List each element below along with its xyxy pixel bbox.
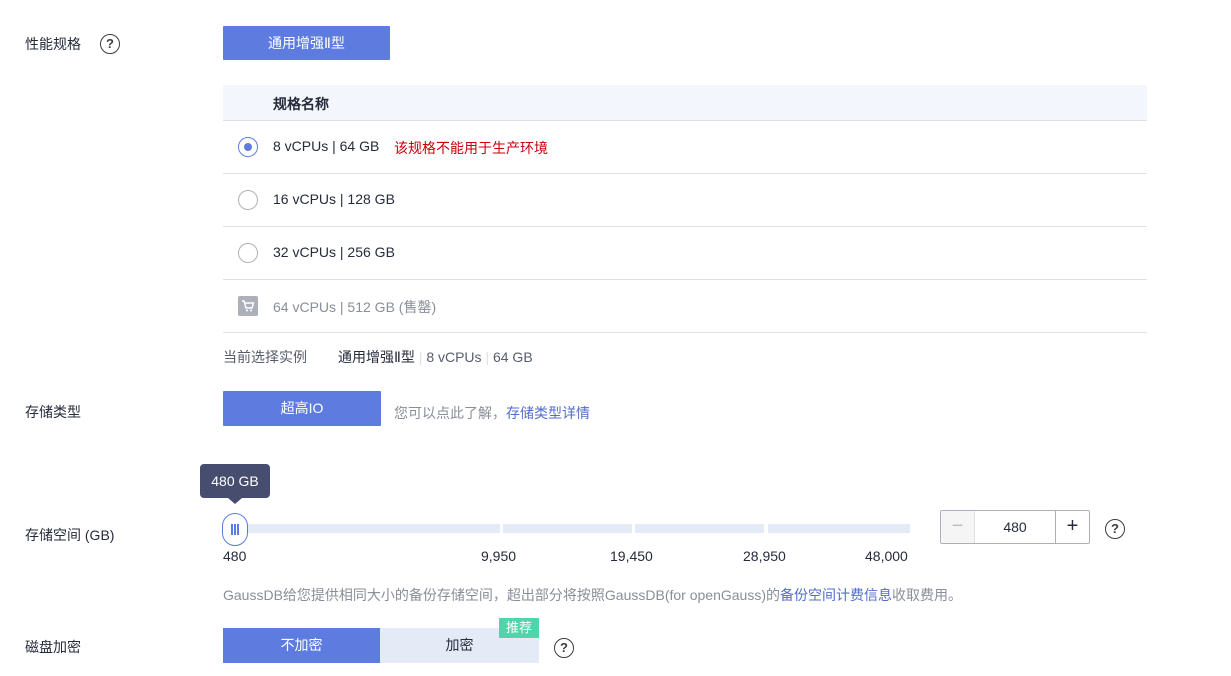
recommended-badge: 推荐 [499,618,539,638]
slider-tick-label: 480 [223,548,247,564]
storage-space-label: 存储空间 (GB) [25,527,115,543]
slider-track-segment[interactable] [768,524,910,533]
storage-type-detail-link[interactable]: 存储类型详情 [506,405,590,421]
cart-icon [238,296,258,316]
storage-space-help-icon[interactable]: ? [1105,519,1125,539]
grip-line [231,524,233,535]
spec-table: 规格名称 8 vCPUs | 64 GB 该规格不能用于生产环境 16 vCPU… [223,85,1147,333]
spec-row-warning: 该规格不能用于生产环境 [394,140,548,156]
spec-row-32vcpu[interactable]: 32 vCPUs | 256 GB [223,227,1147,280]
spec-label: 性能规格 [25,36,81,52]
cart-icon-svg [242,300,255,312]
backup-info-prefix: GaussDB给您提供相同大小的备份存储空间，超出部分将按照GaussDB(fo… [223,587,780,603]
encryption-off-button[interactable]: 不加密 [223,628,380,663]
minus-icon[interactable]: − [941,511,975,543]
radio-icon[interactable] [238,243,258,263]
plus-icon[interactable]: + [1055,511,1089,543]
radio-checked-icon[interactable] [238,137,258,157]
storage-space-stepper[interactable]: − 480 + [940,510,1090,544]
slider-tick-label: 19,450 [610,548,653,564]
spec-row-text: 8 vCPUs | 64 GB [273,138,380,154]
separator: | [418,349,423,365]
encryption-help-icon[interactable]: ? [554,638,574,658]
storage-type-hint-text: 您可以点此了解， [394,405,506,421]
backup-info-text: GaussDB给您提供相同大小的备份存储空间，超出部分将按照GaussDB(fo… [223,585,962,605]
slider-track-segment[interactable] [635,524,764,533]
storage-type-ultra-io-button[interactable]: 超高IO [223,391,381,426]
storage-type-label: 存储类型 [25,404,81,420]
radio-icon[interactable] [238,190,258,210]
slider-tick-label: 48,000 [865,548,908,564]
separator: | [485,349,490,365]
slider-track-segment[interactable] [503,524,632,533]
grip-line [234,524,236,535]
slider-tick-label: 28,950 [743,548,786,564]
spec-row-text: 32 vCPUs | 256 GB [273,244,395,260]
spec-help-icon[interactable]: ? [100,34,120,54]
spec-table-header: 规格名称 [223,85,1147,121]
spec-type-button[interactable]: 通用增强Ⅱ型 [223,26,390,60]
spec-row-8vcpu[interactable]: 8 vCPUs | 64 GB 该规格不能用于生产环境 [223,121,1147,174]
slider-handle[interactable] [222,513,248,546]
current-instance-cpu: 8 vCPUs [426,349,482,365]
current-instance-value: 通用增强Ⅱ型 | 8 vCPUs | 64 GB [338,347,533,367]
storage-type-hint: 您可以点此了解，存储类型详情 [394,403,590,423]
backup-billing-link[interactable]: 备份空间计费信息 [780,587,892,603]
current-instance-label: 当前选择实例 [223,349,307,365]
spec-row-16vcpu[interactable]: 16 vCPUs | 128 GB [223,174,1147,227]
storage-space-input[interactable]: 480 [975,511,1055,543]
spec-row-text: 64 vCPUs | 512 GB (售罄) [273,299,437,315]
current-instance-type: 通用增强Ⅱ型 [338,349,415,365]
spec-row-64vcpu: 64 vCPUs | 512 GB (售罄) [223,280,1147,333]
slider-tick-label: 9,950 [481,548,517,564]
grip-line [237,524,239,535]
spec-table-header-name: 规格名称 [273,96,329,112]
current-instance-mem: 64 GB [492,349,533,365]
slider-tooltip: 480 GB [200,464,270,504]
disk-encryption-label: 磁盘加密 [25,639,81,655]
backup-info-suffix: 收取费用。 [891,587,962,603]
slider-track-segment[interactable] [235,524,500,533]
spec-row-text: 16 vCPUs | 128 GB [273,191,395,207]
